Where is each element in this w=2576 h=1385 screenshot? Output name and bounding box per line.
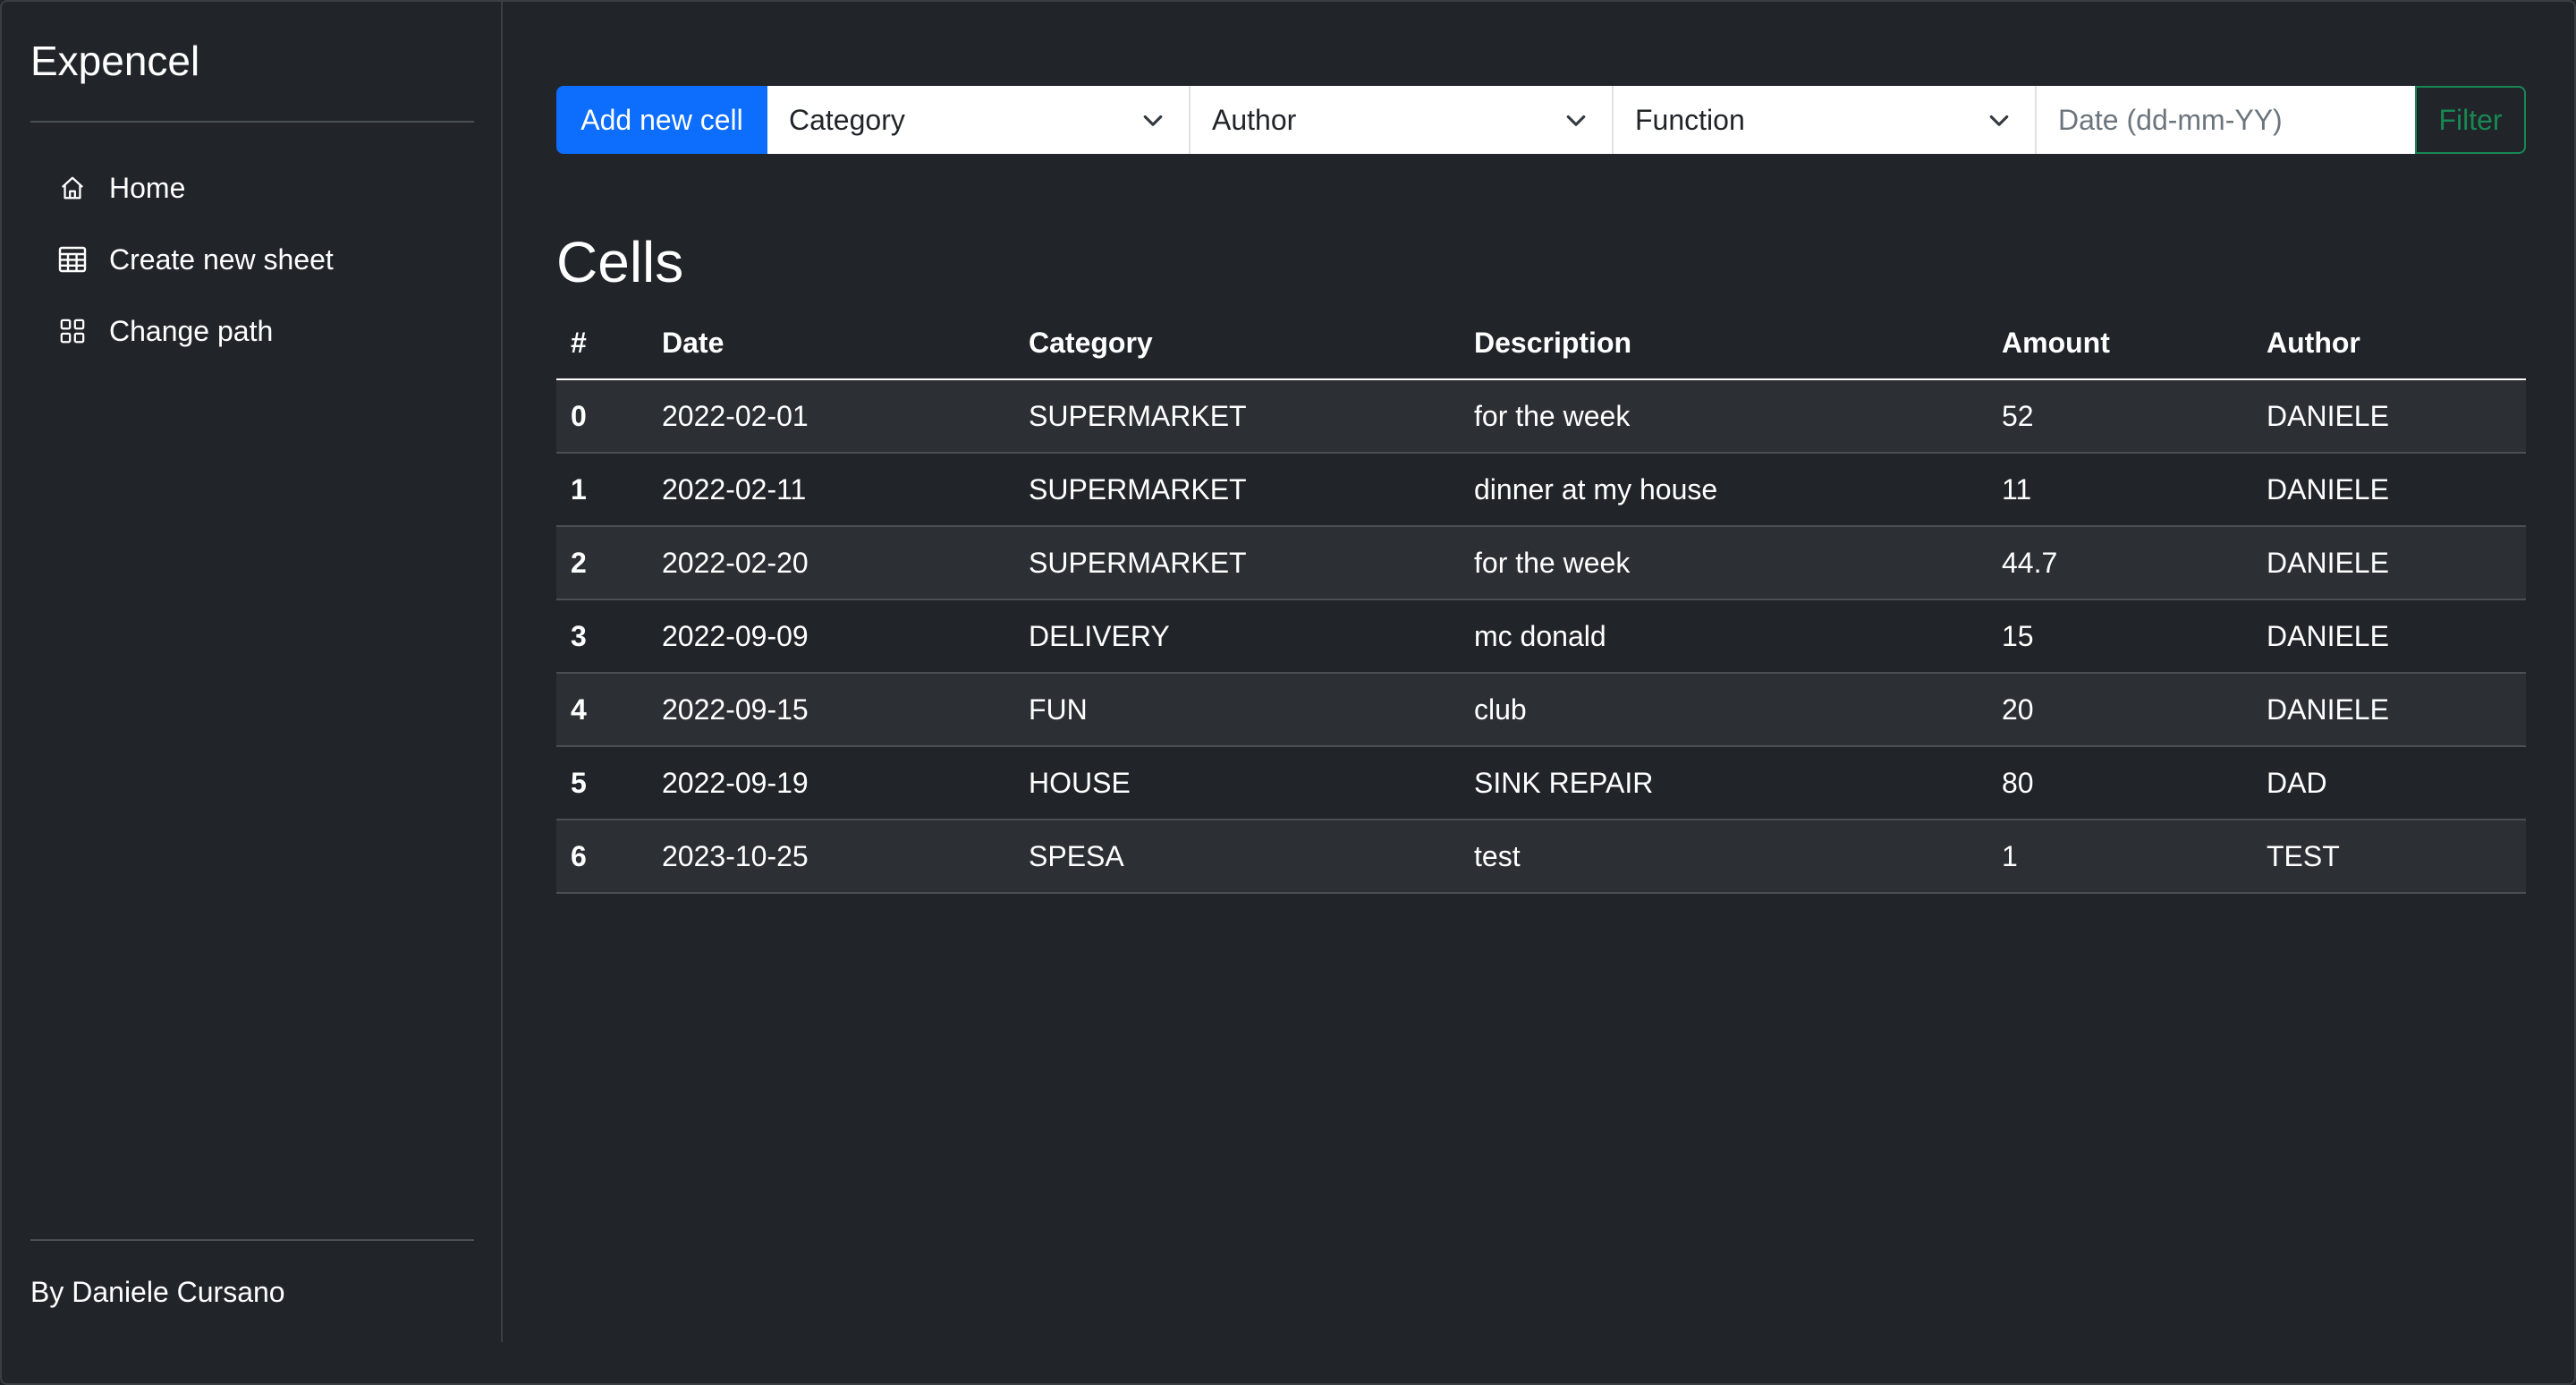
- filter-toolbar: Add new cell Category Author Function Da…: [556, 86, 2526, 154]
- sidebar-item-label: Create new sheet: [109, 242, 334, 276]
- cell-category: DELIVERY: [1014, 599, 1460, 674]
- cell-description: test: [1460, 820, 1987, 894]
- cell-author: DANIELE: [2252, 453, 2526, 527]
- page-title: Cells: [556, 230, 684, 294]
- cell-date: 2023-10-25: [648, 820, 1014, 894]
- cell-description: for the week: [1460, 526, 1987, 600]
- sidebar-item-label: Change path: [109, 314, 274, 347]
- date-input[interactable]: [2037, 86, 2415, 154]
- cell-date: 2022-02-20: [648, 526, 1014, 600]
- cell-amount: 44.7: [1987, 526, 2252, 600]
- cell-date: 2022-02-01: [648, 379, 1014, 454]
- cell-category: HOUSE: [1014, 746, 1460, 820]
- cell-author: DANIELE: [2252, 526, 2526, 600]
- cell-amount: 80: [1987, 746, 2252, 820]
- cell-index: 4: [556, 673, 648, 747]
- cell-author: DANIELE: [2252, 599, 2526, 674]
- sidebar-item-label: Home: [109, 171, 186, 204]
- cell-index: 2: [556, 526, 648, 600]
- author-credit: By Daniele Cursano: [30, 1276, 285, 1308]
- cell-date: 2022-09-15: [648, 673, 1014, 747]
- cell-author: TEST: [2252, 820, 2526, 894]
- cell-category: SUPERMARKET: [1014, 453, 1460, 527]
- sidebar-nav: Home Create new sheet Change path: [30, 152, 474, 367]
- table-row: 3 2022-09-09 DELIVERY mc donald 15 DANIE…: [556, 599, 2526, 674]
- sidebar: Expencel Home Create new sheet Change pa…: [2, 2, 503, 1342]
- grid-icon: [57, 316, 88, 346]
- author-select-value: Author: [1212, 103, 1297, 136]
- column-header-author: Author: [2252, 308, 2526, 380]
- table-row: 4 2022-09-15 FUN club 20 DANIELE: [556, 673, 2526, 747]
- cell-author: DANIELE: [2252, 673, 2526, 747]
- cell-description: for the week: [1460, 379, 1987, 454]
- app-window: Expencel Home Create new sheet Change pa…: [0, 0, 2576, 1385]
- cell-category: SUPERMARKET: [1014, 379, 1460, 454]
- function-select[interactable]: Function: [1614, 86, 2037, 154]
- cell-amount: 52: [1987, 379, 2252, 454]
- cell-amount: 1: [1987, 820, 2252, 894]
- table-header-row: # Date Category Description Amount Autho…: [556, 308, 2526, 380]
- cell-author: DANIELE: [2252, 379, 2526, 454]
- author-select[interactable]: Author: [1191, 86, 1614, 154]
- cell-date: 2022-09-19: [648, 746, 1014, 820]
- cell-author: DAD: [2252, 746, 2526, 820]
- table-row: 2 2022-02-20 SUPERMARKET for the week 44…: [556, 526, 2526, 600]
- column-header-date: Date: [648, 308, 1014, 380]
- category-select[interactable]: Category: [767, 86, 1191, 154]
- filter-button[interactable]: Filter: [2415, 86, 2526, 154]
- column-header-category: Category: [1014, 308, 1460, 380]
- sidebar-divider: [30, 1239, 474, 1241]
- sidebar-divider: [30, 121, 474, 123]
- column-header-amount: Amount: [1987, 308, 2252, 380]
- chevron-down-icon: [1989, 115, 2009, 126]
- cell-date: 2022-02-11: [648, 453, 1014, 527]
- cell-description: SINK REPAIR: [1460, 746, 1987, 820]
- cell-amount: 11: [1987, 453, 2252, 527]
- table-row: 0 2022-02-01 SUPERMARKET for the week 52…: [556, 379, 2526, 454]
- table-row: 5 2022-09-19 HOUSE SINK REPAIR 80 DAD: [556, 746, 2526, 820]
- table-row: 6 2023-10-25 SPESA test 1 TEST: [556, 820, 2526, 894]
- column-header-description: Description: [1460, 308, 1987, 380]
- cell-date: 2022-09-09: [648, 599, 1014, 674]
- cell-description: mc donald: [1460, 599, 1987, 674]
- cell-category: SUPERMARKET: [1014, 526, 1460, 600]
- chevron-down-icon: [1143, 115, 1163, 126]
- cell-description: club: [1460, 673, 1987, 747]
- chevron-down-icon: [1566, 115, 1586, 126]
- cells-table: # Date Category Description Amount Autho…: [556, 308, 2526, 894]
- cell-amount: 20: [1987, 673, 2252, 747]
- cell-category: FUN: [1014, 673, 1460, 747]
- sidebar-item-home[interactable]: Home: [30, 152, 474, 224]
- sidebar-item-change-path[interactable]: Change path: [30, 295, 474, 367]
- cell-index: 0: [556, 379, 648, 454]
- table-icon: [57, 244, 88, 275]
- cell-description: dinner at my house: [1460, 453, 1987, 527]
- main-content: Add new cell Category Author Function Da…: [503, 2, 2574, 1383]
- table-row: 1 2022-02-11 SUPERMARKET dinner at my ho…: [556, 453, 2526, 527]
- category-select-value: Category: [789, 103, 905, 136]
- cell-index: 5: [556, 746, 648, 820]
- cell-index: 6: [556, 820, 648, 894]
- sidebar-item-create-new-sheet[interactable]: Create new sheet: [30, 224, 474, 295]
- cell-category: SPESA: [1014, 820, 1460, 894]
- function-select-value: Function: [1635, 103, 1745, 136]
- cell-index: 1: [556, 453, 648, 527]
- add-new-cell-button[interactable]: Add new cell: [556, 86, 767, 154]
- house-icon: [57, 173, 88, 203]
- app-brand[interactable]: Expencel: [30, 34, 199, 88]
- cell-index: 3: [556, 599, 648, 674]
- column-header-index: #: [556, 308, 648, 380]
- cell-amount: 15: [1987, 599, 2252, 674]
